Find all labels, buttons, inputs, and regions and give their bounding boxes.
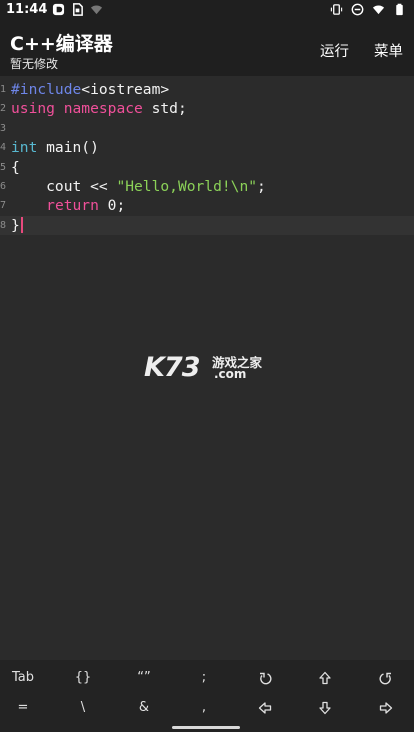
- redo-icon: [379, 670, 393, 685]
- line-text: }: [11, 216, 23, 235]
- code-token: std;: [142, 100, 187, 118]
- line-text: using namespace std;: [11, 99, 187, 118]
- do-not-disturb-icon: [351, 3, 364, 16]
- code-line[interactable]: 3: [0, 119, 414, 138]
- app-bar: C++编译器 暂无修改 运行 菜单: [0, 20, 414, 76]
- arrow-left-icon: [258, 700, 272, 715]
- symbol-key-arrow-up-icon[interactable]: [305, 663, 345, 693]
- code-token: 0;: [98, 197, 126, 215]
- line-number: 7: [0, 200, 7, 212]
- line-number: 1: [0, 84, 7, 95]
- wifi-question-icon: [90, 5, 103, 15]
- code-token: "Hello,World!\n": [116, 178, 258, 195]
- run-button[interactable]: 运行: [320, 40, 349, 61]
- code-token: ;: [257, 178, 266, 195]
- arrow-down-icon: [318, 700, 332, 715]
- line-number: 2: [0, 103, 7, 115]
- symbol-key[interactable]: “”: [124, 663, 164, 693]
- code-token: main(): [37, 139, 99, 157]
- symbol-key[interactable]: =: [3, 693, 43, 723]
- symbol-key[interactable]: Tab: [3, 663, 43, 693]
- code-token: }: [11, 216, 20, 234]
- arrow-up-icon: [318, 670, 332, 685]
- symbol-key[interactable]: \: [63, 693, 103, 723]
- code-token: namespace: [63, 100, 143, 118]
- code-token: int: [11, 139, 38, 157]
- line-text: {: [11, 158, 20, 177]
- status-left-icons: [52, 3, 103, 16]
- symbol-key[interactable]: {}: [63, 663, 103, 693]
- code-token: cout <<: [11, 178, 117, 195]
- gesture-nav-handle[interactable]: [172, 726, 240, 729]
- text-cursor: [20, 216, 23, 233]
- code-line[interactable]: 8}: [0, 215, 414, 236]
- line-text: int main(): [11, 138, 99, 157]
- code-token: <iostream>: [81, 81, 170, 98]
- status-bar: 11:44: [0, 0, 414, 20]
- wifi-icon: [372, 5, 385, 15]
- code-token: return: [46, 197, 99, 215]
- menu-button[interactable]: 菜单: [374, 40, 403, 61]
- symbol-key-arrow-left-icon[interactable]: [245, 693, 285, 723]
- line-number: 8: [0, 219, 7, 231]
- code-line[interactable]: 2 using namespace std;: [0, 99, 414, 118]
- vibrate-icon: [330, 4, 343, 15]
- undo-icon: [258, 670, 272, 685]
- code-token: #include: [11, 81, 82, 98]
- code-token: {: [11, 158, 20, 176]
- code-token: using: [11, 100, 55, 118]
- symbol-bar: Tab {} “”; = \ &,: [0, 660, 414, 732]
- status-time: 11:44: [6, 2, 48, 17]
- symbol-key[interactable]: ;: [184, 663, 224, 693]
- code-line[interactable]: 5{: [0, 158, 414, 177]
- battery-icon: [396, 3, 403, 16]
- symbol-key[interactable]: &: [124, 693, 164, 723]
- code-line[interactable]: 6 cout << "Hello,World!\n";: [0, 177, 414, 196]
- symbol-key-redo-icon[interactable]: [366, 663, 406, 693]
- symbol-key-arrow-right-icon[interactable]: [366, 693, 406, 723]
- modification-status: 暂无修改: [10, 57, 59, 71]
- line-text: #include<iostream>: [11, 80, 169, 99]
- app-title: C++编译器: [10, 33, 113, 55]
- line-number: 4: [0, 142, 7, 154]
- watermark-domain: .com: [214, 367, 247, 381]
- symbol-key[interactable]: ,: [184, 693, 224, 723]
- arrow-right-icon: [379, 700, 393, 715]
- line-text: return 0;: [11, 196, 125, 215]
- watermark-logo: K73: [144, 352, 200, 383]
- code-line[interactable]: 7 return 0;: [0, 196, 414, 215]
- line-number: 6: [0, 181, 7, 192]
- watermark: K73 游戏之家 .com: [144, 352, 274, 383]
- notification-app-icon: [52, 3, 65, 16]
- sim-card-icon: [73, 3, 83, 16]
- line-text: cout << "Hello,World!\n";: [11, 177, 266, 196]
- status-right-icons: [330, 3, 406, 16]
- symbol-key-undo-icon[interactable]: [245, 663, 285, 693]
- code-line[interactable]: 4 int main(): [0, 138, 414, 157]
- symbol-key-arrow-down-icon[interactable]: [305, 693, 345, 723]
- code-line[interactable]: 1 #include<iostream>: [0, 80, 414, 99]
- line-number: 3: [0, 122, 7, 134]
- line-number: 5: [0, 161, 7, 173]
